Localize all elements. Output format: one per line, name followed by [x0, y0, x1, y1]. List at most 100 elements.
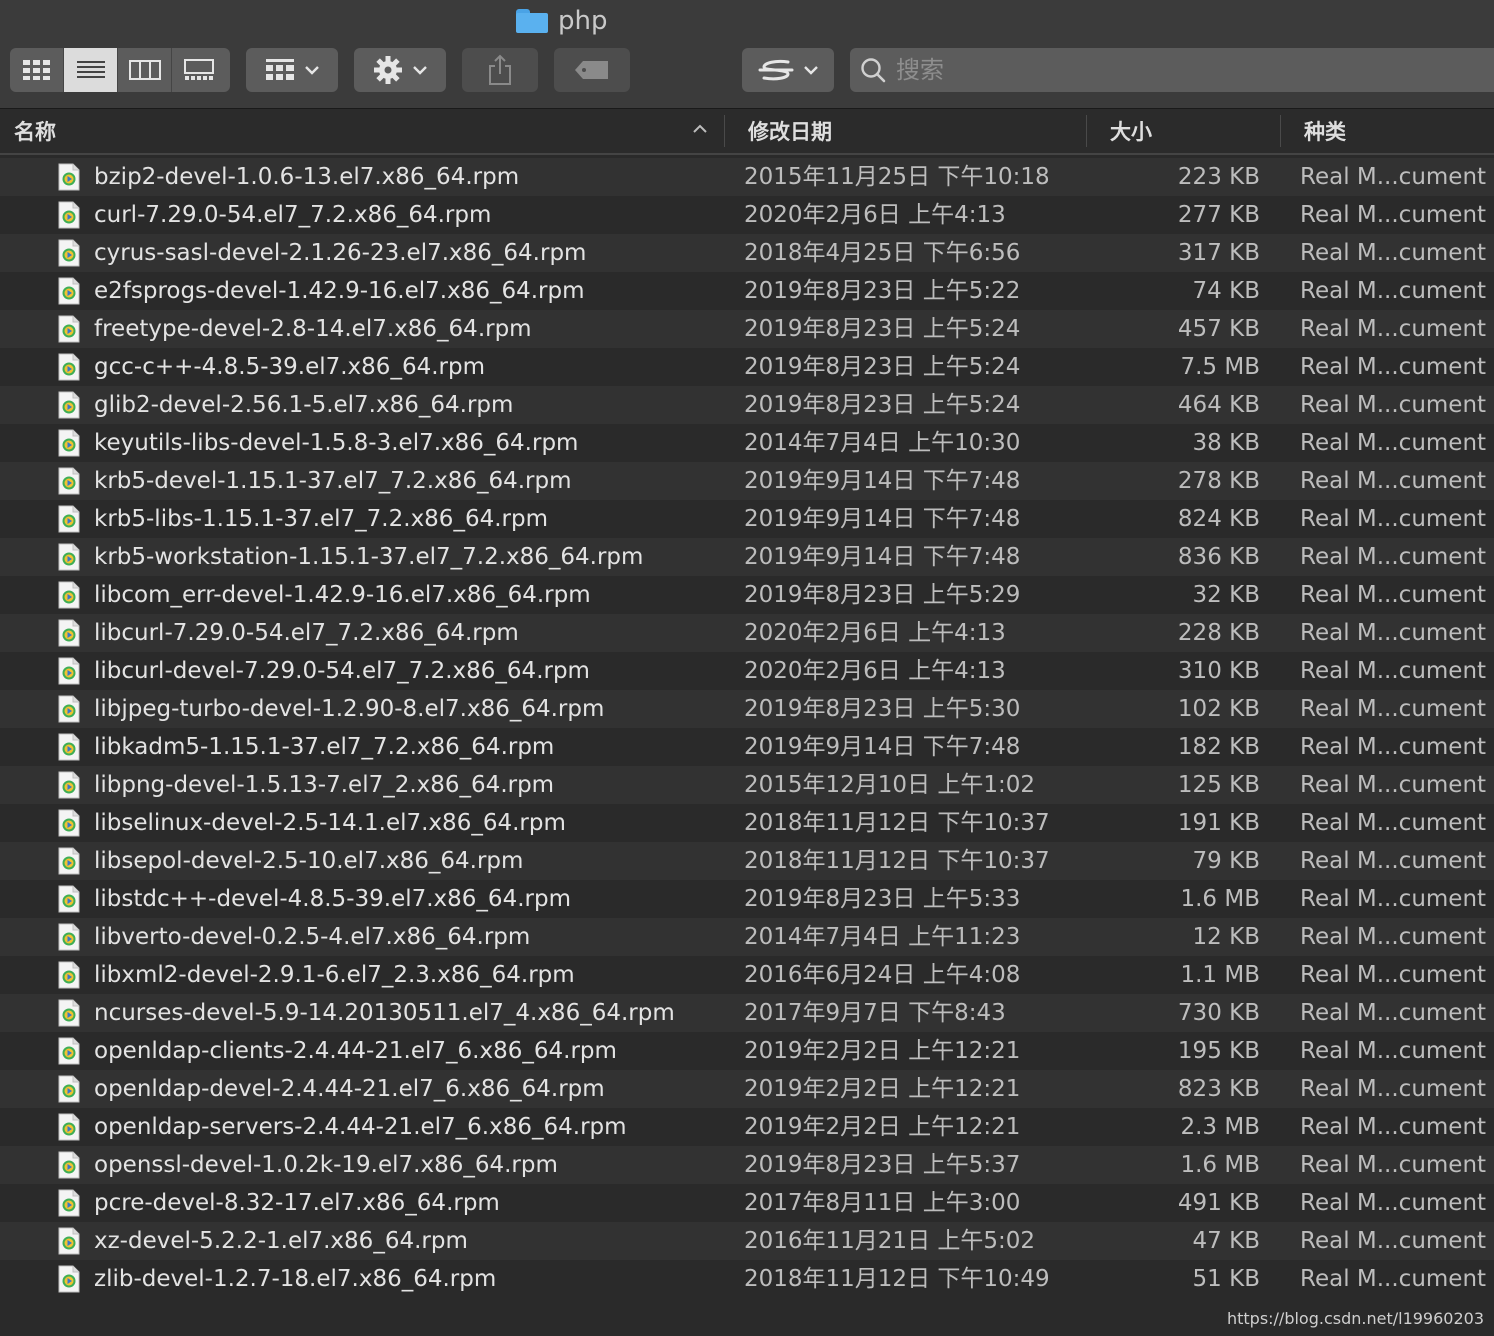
file-name: krb5-libs-1.15.1-37.el7_7.2.x86_64.rpm [94, 506, 548, 532]
file-row[interactable]: pcre-devel-8.32-17.el7.x86_64.rpm 2017年8月… [0, 1184, 1494, 1222]
file-row[interactable]: zlib-devel-1.2.7-18.el7.x86_64.rpm 2018年1… [0, 1260, 1494, 1298]
file-size: 125 KB [1177, 772, 1260, 798]
file-row[interactable]: openldap-devel-2.4.44-21.el7_6.x86_64.rp… [0, 1070, 1494, 1108]
file-row[interactable]: e2fsprogs-devel-1.42.9-16.el7.x86_64.rpm… [0, 272, 1494, 310]
document-icon [58, 1189, 80, 1217]
file-kind: Real M...cument [1300, 620, 1487, 646]
file-row[interactable]: glib2-devel-2.56.1-5.el7.x86_64.rpm 2019年… [0, 386, 1494, 424]
column-header: 名称 修改日期 大小 种类 [0, 109, 1494, 155]
file-size: 191 KB [1177, 810, 1260, 836]
file-size: 1.1 MB [1180, 962, 1260, 988]
file-date: 2018年11月12日 下午10:37 [744, 848, 1050, 874]
document-icon [58, 581, 80, 609]
file-row[interactable]: openldap-servers-2.4.44-21.el7_6.x86_64.… [0, 1108, 1494, 1146]
file-date: 2014年7月4日 上午10:30 [744, 430, 1021, 456]
file-row[interactable]: cyrus-sasl-devel-2.1.26-23.el7.x86_64.rp… [0, 234, 1494, 272]
file-row[interactable]: libjpeg-turbo-devel-1.2.90-8.el7.x86_64.… [0, 690, 1494, 728]
file-row[interactable]: krb5-libs-1.15.1-37.el7_7.2.x86_64.rpm 20… [0, 500, 1494, 538]
file-row[interactable]: libkadm5-1.15.1-37.el7_7.2.x86_64.rpm 201… [0, 728, 1494, 766]
file-kind: Real M...cument [1300, 962, 1487, 988]
file-name: libpng-devel-1.5.13-7.el7_2.x86_64.rpm [94, 772, 555, 798]
file-date: 2019年2月2日 上午12:21 [744, 1114, 1021, 1140]
document-icon [58, 391, 80, 419]
file-row[interactable]: gcc-c++-4.8.5-39.el7.x86_64.rpm 2019年8月23… [0, 348, 1494, 386]
kind-column-header[interactable]: 种类 [1304, 109, 1346, 153]
name-column-label: 名称 [14, 120, 56, 144]
document-icon [58, 999, 80, 1027]
search-input[interactable] [894, 55, 1494, 85]
action-button[interactable] [354, 48, 446, 92]
file-date: 2019年8月23日 上午5:22 [744, 278, 1021, 304]
icon-view-button[interactable] [10, 48, 64, 92]
column-divider[interactable] [1086, 115, 1087, 147]
file-row[interactable]: keyutils-libs-devel-1.5.8-3.el7.x86_64.r… [0, 424, 1494, 462]
column-divider[interactable] [1280, 115, 1281, 147]
file-size: 79 KB [1192, 848, 1260, 874]
date-column-header[interactable]: 修改日期 [748, 109, 832, 153]
file-size: 317 KB [1177, 240, 1260, 266]
file-name: libsepol-devel-2.5-10.el7.x86_64.rpm [94, 848, 524, 874]
search-field[interactable] [850, 48, 1494, 92]
file-name: freetype-devel-2.8-14.el7.x86_64.rpm [94, 316, 532, 342]
file-date: 2015年12月10日 上午1:02 [744, 772, 1036, 798]
file-row[interactable]: ncurses-devel-5.9-14.20130511.el7_4.x86_… [0, 994, 1494, 1032]
path-button[interactable] [742, 48, 834, 92]
file-kind: Real M...cument [1300, 468, 1487, 494]
file-row[interactable]: libcurl-devel-7.29.0-54.el7_7.2.x86_64.r… [0, 652, 1494, 690]
file-size: 1.6 MB [1180, 1152, 1260, 1178]
size-column-header[interactable]: 大小 [1110, 109, 1152, 153]
file-name: libstdc++-devel-4.8.5-39.el7.x86_64.rpm [94, 886, 571, 912]
search-icon [861, 58, 886, 83]
file-date: 2019年8月23日 上午5:24 [744, 316, 1021, 342]
file-row[interactable]: libselinux-devel-2.5-14.1.el7.x86_64.rpm… [0, 804, 1494, 842]
file-kind: Real M...cument [1300, 1266, 1487, 1292]
file-name: libverto-devel-0.2.5-4.el7.x86_64.rpm [94, 924, 531, 950]
document-icon [58, 923, 80, 951]
file-kind: Real M...cument [1300, 582, 1487, 608]
share-icon [489, 54, 511, 85]
tag-button[interactable] [554, 48, 630, 92]
file-date: 2019年9月14日 下午7:48 [744, 544, 1021, 570]
file-size: 277 KB [1177, 202, 1260, 228]
file-row[interactable]: krb5-devel-1.15.1-37.el7_7.2.x86_64.rpm 2… [0, 462, 1494, 500]
column-divider[interactable] [724, 115, 725, 147]
file-date: 2016年11月21日 上午5:02 [744, 1228, 1036, 1254]
file-name: openldap-devel-2.4.44-21.el7_6.x86_64.rp… [94, 1076, 605, 1102]
file-size: 38 KB [1192, 430, 1260, 456]
file-kind: Real M...cument [1300, 1114, 1487, 1140]
file-row[interactable]: libsepol-devel-2.5-10.el7.x86_64.rpm 2018… [0, 842, 1494, 880]
file-row[interactable]: freetype-devel-2.8-14.el7.x86_64.rpm 2019… [0, 310, 1494, 348]
window-title-text: php [558, 6, 608, 36]
file-row[interactable]: openssl-devel-1.0.2k-19.el7.x86_64.rpm 20… [0, 1146, 1494, 1184]
gallery-view-button[interactable] [172, 48, 226, 92]
file-row[interactable]: openldap-clients-2.4.44-21.el7_6.x86_64.… [0, 1032, 1494, 1070]
file-row[interactable]: libverto-devel-0.2.5-4.el7.x86_64.rpm 201… [0, 918, 1494, 956]
column-view-button[interactable] [118, 48, 172, 92]
file-row[interactable]: krb5-workstation-1.15.1-37.el7_7.2.x86_6… [0, 538, 1494, 576]
file-row[interactable]: libcom_err-devel-1.42.9-16.el7.x86_64.rp… [0, 576, 1494, 614]
share-button[interactable] [462, 48, 538, 92]
file-date: 2016年6月24日 上午4:08 [744, 962, 1021, 988]
sort-ascending-icon [693, 124, 707, 133]
file-name: krb5-devel-1.15.1-37.el7_7.2.x86_64.rpm [94, 468, 572, 494]
chevron-down-icon [413, 66, 427, 75]
group-by-button[interactable] [246, 48, 338, 92]
file-row[interactable]: libcurl-7.29.0-54.el7_7.2.x86_64.rpm 2020… [0, 614, 1494, 652]
file-name: glib2-devel-2.56.1-5.el7.x86_64.rpm [94, 392, 514, 418]
file-name: libselinux-devel-2.5-14.1.el7.x86_64.rpm [94, 810, 566, 836]
file-row[interactable]: xz-devel-5.2.2-1.el7.x86_64.rpm 2016年11月2… [0, 1222, 1494, 1260]
column-view-icon [128, 60, 161, 80]
file-row[interactable]: curl-7.29.0-54.el7_7.2.x86_64.rpm 2020年2月… [0, 196, 1494, 234]
list-view-button[interactable] [64, 48, 118, 92]
file-kind: Real M...cument [1300, 734, 1487, 760]
file-row[interactable]: libpng-devel-1.5.13-7.el7_2.x86_64.rpm 20… [0, 766, 1494, 804]
file-row[interactable]: libstdc++-devel-4.8.5-39.el7.x86_64.rpm 2… [0, 880, 1494, 918]
file-name: libjpeg-turbo-devel-1.2.90-8.el7.x86_64.… [94, 696, 605, 722]
gear-icon [374, 56, 402, 84]
file-row[interactable]: bzip2-devel-1.0.6-13.el7.x86_64.rpm 2015年… [0, 158, 1494, 196]
file-kind: Real M...cument [1300, 1228, 1487, 1254]
file-row[interactable]: libxml2-devel-2.9.1-6.el7_2.3.x86_64.rpm… [0, 956, 1494, 994]
name-column-header[interactable]: 名称 [14, 109, 56, 153]
file-date: 2019年9月14日 下午7:48 [744, 734, 1021, 760]
file-date: 2019年8月23日 上午5:30 [744, 696, 1021, 722]
